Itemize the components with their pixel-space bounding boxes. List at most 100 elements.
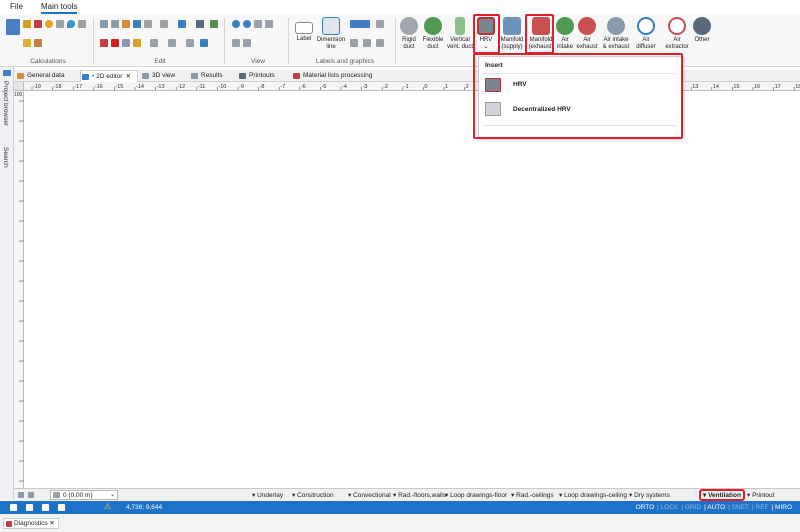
layer-tab[interactable]: ▾ Rad.-ceilings [511, 491, 554, 499]
move-icon[interactable] [100, 39, 108, 47]
up-arrow-icon[interactable] [18, 492, 24, 498]
status-tool-icon[interactable] [10, 504, 17, 511]
close-icon[interactable]: ✕ [49, 520, 54, 527]
zoom-in-icon[interactable] [232, 20, 240, 28]
edit-tool-icon[interactable] [122, 39, 130, 47]
edit-tool-icon[interactable] [200, 39, 208, 47]
layer-tab[interactable]: ▾ Convectional [348, 491, 391, 499]
edit-tool-icon[interactable] [196, 20, 204, 28]
status-flag-auto[interactable]: | AUTO [704, 504, 725, 511]
text-style-icon[interactable] [350, 20, 370, 28]
layer-tab[interactable]: ▾ Printout [747, 491, 774, 499]
graphics-icon[interactable] [376, 39, 384, 47]
edit-tool-icon[interactable] [160, 20, 168, 28]
dimension-line-button[interactable]: Dimension line [316, 17, 346, 51]
status-tool-icon[interactable] [58, 504, 65, 511]
coordinates-readout: 4,736; 9,644 [126, 504, 163, 511]
edit-tool-icon[interactable] [150, 39, 158, 47]
zoom-out-icon[interactable] [243, 20, 251, 28]
calculate-icon[interactable] [6, 19, 20, 35]
status-flag-snet[interactable]: | SNET [728, 504, 749, 511]
tab-printouts[interactable]: Printouts [238, 70, 290, 82]
tab-material-lists[interactable]: Material lists processing [292, 70, 402, 82]
edit-tool-icon[interactable] [133, 39, 141, 47]
layer-tab[interactable]: ▾ Dry systems [629, 491, 670, 499]
status-flag-lock[interactable]: | LOCK [657, 504, 678, 511]
delete-icon[interactable] [111, 39, 119, 47]
flexible-duct-button[interactable]: Flexible duct [421, 17, 445, 51]
layer-tab[interactable]: ▾ Construction [292, 491, 334, 499]
copy-icon[interactable] [100, 20, 108, 28]
panel-menu-icon[interactable] [3, 70, 11, 76]
calc-tool-icon[interactable] [34, 20, 42, 28]
graphics-icon[interactable] [363, 39, 371, 47]
close-icon[interactable]: ✕ [125, 73, 130, 80]
layer-tab[interactable]: ▾ Ventilation [699, 489, 745, 501]
warning-icon[interactable]: ⚠ [104, 502, 111, 511]
air-extractor-text-2: extractor [665, 44, 689, 50]
air-diffuser-button[interactable]: Air diffuser [633, 17, 659, 51]
level-select[interactable]: 0 (0,00 m) [50, 490, 118, 500]
status-flag-miro[interactable]: | MIRO [772, 504, 792, 511]
project-browser-tab[interactable]: Project browser [2, 81, 9, 126]
ruler-corner [14, 82, 24, 91]
undo-icon[interactable] [133, 20, 141, 28]
tab-2d-editor[interactable]: • 2D editor ✕ [80, 70, 138, 82]
edit-tool-icon[interactable] [186, 39, 194, 47]
layer-tab[interactable]: ▾ Loop drawings-floor [445, 491, 507, 499]
graphics-icon[interactable] [376, 20, 384, 28]
view-tool-icon[interactable] [265, 20, 273, 28]
dropdown-highlight [473, 53, 683, 139]
air-extractor-button[interactable]: Air extractor [663, 17, 691, 51]
air-intake-button[interactable]: Air intake [554, 17, 576, 51]
tab-label: Printouts [249, 72, 275, 79]
layer-tab[interactable]: ▾ Underlay [252, 491, 283, 499]
tab-results[interactable]: Results [190, 70, 234, 82]
edit-tool-icon[interactable] [168, 39, 176, 47]
status-flag-ref[interactable]: | REF [752, 504, 769, 511]
dimension-line-text: Dimension [316, 37, 346, 43]
view-tool-icon[interactable] [243, 39, 251, 47]
label-button[interactable]: Label [292, 17, 316, 43]
layer-tab[interactable]: ▾ Loop drawings-ceiling [559, 491, 627, 499]
ruler-label: -11 [198, 84, 206, 90]
view-tool-icon[interactable] [254, 20, 262, 28]
layer-tab[interactable]: ▾ Rad.-floors,walls [393, 491, 446, 499]
search-tab[interactable]: Search [2, 147, 9, 168]
status-flag-orto[interactable]: ORTO [636, 504, 655, 511]
edit-tool-icon[interactable] [210, 20, 218, 28]
edit-tool-icon[interactable] [178, 20, 186, 28]
diagnostics-tab[interactable]: Diagnostics ✕ [3, 518, 59, 529]
tab-3d-view[interactable]: 3D view [141, 70, 185, 82]
clipboard-icon[interactable] [122, 20, 130, 28]
manifold-supply-text-2: (supply) [501, 44, 523, 50]
view-tool-icon[interactable] [232, 39, 240, 47]
status-tool-icon[interactable] [26, 504, 33, 511]
calc-tool-icon[interactable] [45, 20, 53, 28]
calc-tool-icon[interactable] [56, 20, 64, 28]
menu-file[interactable]: File [10, 2, 23, 11]
general-data-icon [17, 73, 24, 79]
air-exhaust-button[interactable]: Air exhaust [576, 17, 598, 51]
drawing-canvas[interactable] [24, 91, 800, 488]
graphics-icon[interactable] [350, 39, 358, 47]
air-intake-exhaust-text: Air intake [603, 37, 629, 43]
drop-icon[interactable] [67, 20, 75, 28]
calc-tool-icon[interactable] [23, 39, 31, 47]
down-arrow-icon[interactable] [28, 492, 34, 498]
vertical-vent-duct-button[interactable]: Vertical vent. duct [446, 17, 474, 51]
air-intake-exhaust-button[interactable]: Air intake & exhaust [599, 17, 633, 51]
status-flag-grid[interactable]: | GRID [681, 504, 701, 511]
calc-tool-icon[interactable] [34, 39, 42, 47]
calc-tool-icon[interactable] [78, 20, 86, 28]
chevron-down-icon[interactable]: ⌄ [110, 491, 115, 498]
paste-icon[interactable] [111, 20, 119, 28]
rigid-duct-button[interactable]: Rigid duct [398, 17, 420, 51]
tab-general-data[interactable]: General data [16, 70, 76, 82]
status-tool-icon[interactable] [42, 504, 49, 511]
manifold-supply-button[interactable]: Manifold (supply) [498, 17, 526, 51]
menu-main-tools[interactable]: Main tools [41, 2, 78, 14]
edit-tool-icon[interactable] [144, 20, 152, 28]
other-button[interactable]: Other [692, 17, 712, 44]
calc-tool-icon[interactable] [23, 20, 31, 28]
